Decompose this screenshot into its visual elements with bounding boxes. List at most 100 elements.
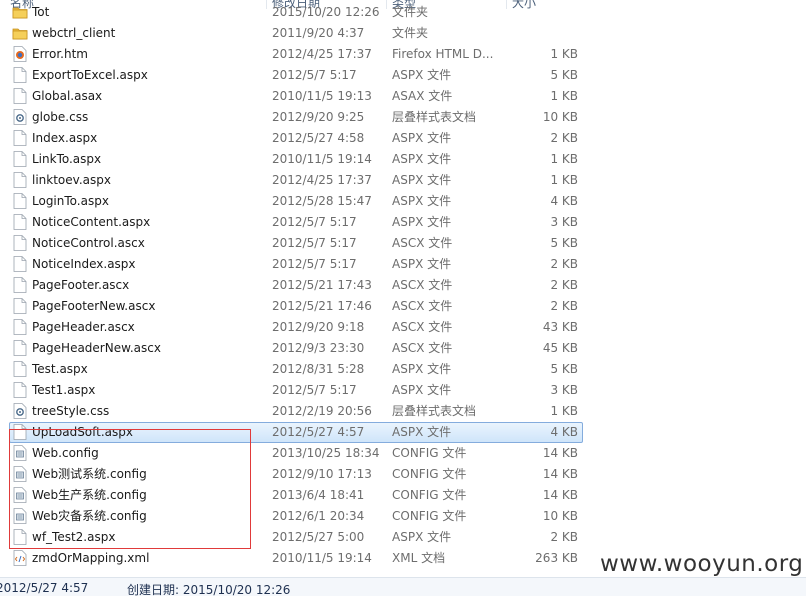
file-row[interactable]: PageFooter.ascx 2012/5/21 17:43 ASCX 文件 2 K… [0,275,806,296]
file-icon [13,361,27,377]
firefox-html-icon [13,46,27,62]
file-size: 4 KB [550,194,578,208]
file-icon [13,256,27,272]
file-icon [13,88,27,104]
file-row[interactable]: NoticeControl.ascx 2012/5/7 5:17 ASCX 文件 5 … [0,233,806,254]
file-type: 文件夹 [392,5,429,19]
file-icon [13,67,27,83]
file-row[interactable]: treeStyle.css 2012/2/19 20:56 层叠样式表文档 1 KB [0,401,806,422]
file-size: 2 KB [550,530,578,544]
status-modified-date: 2012/5/27 4:57 [0,581,89,595]
file-row[interactable]: PageFooterNew.ascx 2012/5/21 17:46 ASCX 文件… [0,296,806,317]
file-size: 1 KB [550,152,578,166]
file-type: Firefox HTML D... [392,47,494,61]
file-name: LinkTo.aspx [32,152,102,166]
file-name: zmdOrMapping.xml [32,551,150,565]
file-type: ASPX 文件 [392,152,452,166]
file-date: 2012/9/20 9:25 [272,110,365,124]
file-row[interactable]: Test1.aspx 2012/5/7 5:17 ASPX 文件 3 KB [0,380,806,401]
file-name: PageFooterNew.ascx [32,299,156,313]
file-name: globe.css [32,110,89,124]
file-row[interactable]: Error.htm 2012/4/25 17:37 Firefox HTML D..… [0,44,806,65]
file-date: 2012/5/27 4:58 [272,131,365,145]
file-row[interactable]: NoticeIndex.aspx 2012/5/7 5:17 ASPX 文件 2 KB [0,254,806,275]
file-type: ASPX 文件 [392,530,452,544]
file-type: ASCX 文件 [392,320,453,334]
file-icon [13,277,27,293]
file-date: 2012/9/20 9:18 [272,320,365,334]
file-type: 层叠样式表文档 [392,404,477,418]
file-type: CONFIG 文件 [392,488,467,502]
file-name: ExportToExcel.aspx [32,68,148,82]
file-icon [13,340,27,356]
file-date: 2012/5/7 5:17 [272,383,357,397]
file-row[interactable]: Global.asax 2010/11/5 19:13 ASAX 文件 1 KB [0,86,806,107]
file-size: 2 KB [550,299,578,313]
file-name: NoticeContent.aspx [32,215,151,229]
file-type: 层叠样式表文档 [392,110,477,124]
file-row[interactable]: globe.css 2012/9/20 9:25 层叠样式表文档 10 KB [0,107,806,128]
file-row[interactable]: LoginTo.aspx 2012/5/28 15:47 ASPX 文件 4 KB [0,191,806,212]
css-icon [13,403,27,419]
file-size: 1 KB [550,404,578,418]
file-date: 2012/2/19 20:56 [272,404,372,418]
file-type: ASPX 文件 [392,362,452,376]
file-name: treeStyle.css [32,404,110,418]
file-type: ASPX 文件 [392,383,452,397]
file-type: CONFIG 文件 [392,509,467,523]
file-date: 2015/10/20 12:26 [272,5,380,19]
file-row[interactable]: LinkTo.aspx 2010/11/5 19:14 ASPX 文件 1 KB [0,149,806,170]
file-name: webctrl_client [32,26,116,40]
file-date: 2013/10/25 18:34 [272,446,380,460]
file-type: ASCX 文件 [392,236,453,250]
file-size: 2 KB [550,257,578,271]
file-type: ASCX 文件 [392,278,453,292]
file-name: NoticeIndex.aspx [32,257,136,271]
file-row[interactable]: PageHeader.ascx 2012/9/20 9:18 ASCX 文件 43 K… [0,317,806,338]
file-icon [13,172,27,188]
status-created-date: 创建日期: 2015/10/20 12:26 [127,583,291,597]
file-type: ASPX 文件 [392,173,452,187]
file-size: 4 KB [550,425,578,439]
file-row[interactable]: Index.aspx 2012/5/27 4:58 ASPX 文件 2 KB [0,128,806,149]
file-name: Index.aspx [32,131,98,145]
file-size: 14 KB [542,467,578,481]
file-type: CONFIG 文件 [392,446,467,460]
file-name: Test1.aspx [32,383,96,397]
file-type: ASAX 文件 [392,89,453,103]
file-icon [13,235,27,251]
file-size: 14 KB [542,446,578,460]
file-date: 2012/8/31 5:28 [272,362,365,376]
file-date: 2012/5/7 5:17 [272,215,357,229]
file-size: 5 KB [550,236,578,250]
file-size: 2 KB [550,278,578,292]
file-size: 43 KB [542,320,578,334]
file-row[interactable]: NoticeContent.aspx 2012/5/7 5:17 ASPX 文件 3 … [0,212,806,233]
file-type: ASPX 文件 [392,257,452,271]
file-icon [13,319,27,335]
file-type: 文件夹 [392,26,429,40]
file-size: 1 KB [550,173,578,187]
file-row[interactable]: linktoev.aspx 2012/4/25 17:37 ASPX 文件 1 KB [0,170,806,191]
file-row[interactable]: Test.aspx 2012/8/31 5:28 ASPX 文件 5 KB [0,359,806,380]
file-row[interactable]: webctrl_client 2011/9/20 4:37 文件夹 [0,23,806,44]
file-type: ASCX 文件 [392,341,453,355]
file-type: ASPX 文件 [392,194,452,208]
file-date: 2012/5/27 5:00 [272,530,365,544]
file-row[interactable]: Tot 2015/10/20 12:26 文件夹 [0,2,806,23]
watermark-text: www.wooyun.org [600,551,804,577]
file-row[interactable]: PageHeaderNew.ascx 2012/9/3 23:30 ASCX 文件 4… [0,338,806,359]
file-name: PageFooter.ascx [32,278,130,292]
file-name: Global.asax [32,89,103,103]
file-name: PageHeader.ascx [32,320,135,334]
file-size: 45 KB [542,341,578,355]
file-size: 10 KB [542,509,578,523]
file-date: 2012/4/25 17:37 [272,173,372,187]
file-size: 3 KB [550,383,578,397]
file-row[interactable]: ExportToExcel.aspx 2012/5/7 5:17 ASPX 文件 5 … [0,65,806,86]
xml-icon [13,550,27,566]
file-type: XML 文档 [392,551,446,565]
file-date: 2010/11/5 19:13 [272,89,372,103]
file-size: 1 KB [550,47,578,61]
file-type: ASPX 文件 [392,425,452,439]
